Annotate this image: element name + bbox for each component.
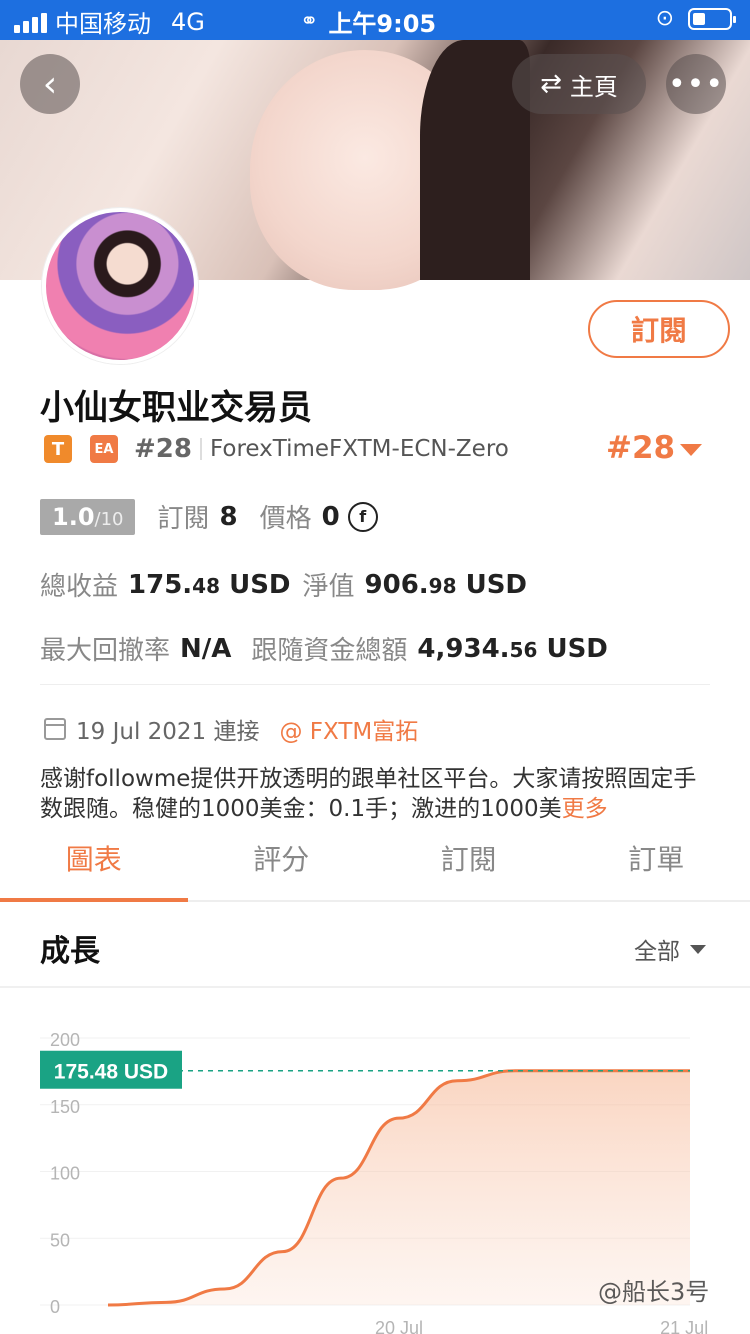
- tag-row: T EA #28 ForexTimeFXTM-ECN-Zero: [44, 432, 509, 466]
- equity-label: 淨值: [302, 572, 355, 602]
- section-title: 成長: [40, 934, 100, 969]
- tab-bar: 圖表 評分 訂閱 訂單: [0, 830, 750, 902]
- status-bar: 中国移动 4G ⚭ 上午9:05 ⊙: [0, 0, 750, 40]
- profit-row: 總收益 175.48 USD 淨值 906.98 USD: [40, 566, 527, 603]
- subs-value: 8: [219, 501, 238, 532]
- tag-t-badge: T: [44, 435, 72, 463]
- link-icon: ⚭: [300, 9, 319, 34]
- separator: [199, 438, 202, 460]
- join-date: 19 Jul 2021 連接: [76, 719, 260, 745]
- range-filter-dropdown[interactable]: 全部: [634, 932, 706, 966]
- price-value: 0: [321, 501, 340, 532]
- chevron-left-icon: ‹: [42, 63, 58, 105]
- battery-icon: [688, 7, 736, 30]
- rotation-lock-icon: ⊙: [655, 6, 674, 31]
- score-badge: 1.0/10: [40, 498, 136, 535]
- x-tick-label: 21 Jul: [660, 1318, 708, 1334]
- y-tick-label: 200: [50, 1030, 80, 1050]
- clock: 上午9:05: [328, 10, 437, 38]
- tag-ea-badge: EA: [90, 435, 118, 463]
- home-button-label: 主頁: [569, 72, 618, 101]
- signal-icon: [14, 11, 47, 33]
- x-tick-label: 20 Jul: [375, 1318, 423, 1334]
- more-icon: •••: [667, 66, 725, 102]
- score-row: 1.0/10 訂閱 8 價格 0 f: [40, 498, 378, 535]
- home-button[interactable]: ⇄ 主頁: [512, 54, 646, 114]
- y-tick-label: 50: [50, 1230, 70, 1250]
- rank-dropdown[interactable]: #28: [606, 430, 675, 466]
- back-button[interactable]: ‹: [20, 54, 80, 114]
- tab-chart[interactable]: 圖表: [0, 830, 188, 902]
- tab-subscriptions[interactable]: 訂閱: [375, 830, 563, 900]
- subscribe-button[interactable]: 訂閱: [588, 300, 730, 358]
- server-name: ForexTimeFXTM-ECN-Zero: [209, 436, 509, 462]
- join-row: 19 Jul 2021 連接 @ FXTM富拓: [44, 712, 418, 746]
- network-label: 4G: [171, 7, 205, 36]
- drawdown-value: N/A: [180, 633, 232, 664]
- price-label: 價格: [259, 504, 312, 534]
- watermark: @船长3号: [598, 1278, 710, 1306]
- carrier-label: 中国移动: [55, 10, 151, 38]
- coin-icon: f: [347, 501, 378, 532]
- drawdown-label: 最大回撤率: [40, 636, 171, 666]
- y-tick-label: 150: [50, 1097, 80, 1117]
- avatar[interactable]: [42, 208, 198, 364]
- total-profit-label: 總收益: [40, 572, 119, 602]
- more-button[interactable]: •••: [666, 54, 726, 114]
- range-filter-label: 全部: [634, 939, 680, 965]
- y-tick-label: 0: [50, 1297, 60, 1317]
- current-value-label: 175.48 USD: [54, 1061, 168, 1084]
- description: 感谢followme提供开放透明的跟单社区平台。大家请按照固定手数跟随。稳健的1…: [40, 764, 710, 824]
- follow-funds-value: 4,934.56 USD: [417, 633, 608, 664]
- trader-name: 小仙女职业交易员: [40, 388, 312, 428]
- broker-link[interactable]: @ FXTM富拓: [279, 712, 418, 746]
- series-area: [108, 1070, 690, 1305]
- divider: [0, 986, 750, 988]
- tab-rating[interactable]: 評分: [188, 830, 376, 900]
- drawdown-row: 最大回撤率 N/A 跟隨資金總額 4,934.56 USD: [40, 630, 608, 667]
- tab-orders[interactable]: 訂單: [563, 830, 750, 900]
- equity-value: 906.98 USD: [364, 569, 527, 600]
- caret-down-icon[interactable]: [680, 444, 702, 456]
- calendar-icon: [44, 718, 66, 740]
- y-tick-label: 100: [50, 1164, 80, 1184]
- total-profit-value: 175.48 USD: [128, 569, 291, 600]
- rank-small: #28: [134, 434, 192, 464]
- more-link[interactable]: 更多: [562, 796, 608, 822]
- follow-funds-label: 跟隨資金總額: [251, 636, 408, 666]
- swap-icon: ⇄: [540, 69, 562, 99]
- caret-down-icon: [690, 944, 706, 954]
- subs-label: 訂閱: [157, 504, 210, 534]
- divider: [40, 684, 710, 685]
